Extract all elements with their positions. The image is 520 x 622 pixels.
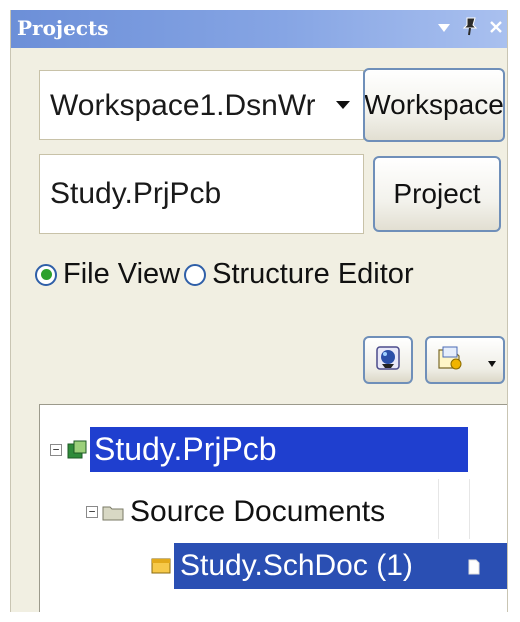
tree-item-document[interactable]: Study.SchDoc (1) bbox=[150, 543, 507, 589]
schematic-doc-icon bbox=[150, 557, 172, 575]
project-field[interactable]: Study.PrjPcb bbox=[39, 154, 364, 234]
view-mode-radio-group: File View Structure Editor bbox=[35, 258, 418, 291]
title-bar-controls bbox=[437, 16, 503, 40]
structure-editor-label[interactable]: Structure Editor bbox=[212, 258, 413, 291]
file-view-label[interactable]: File View bbox=[63, 258, 180, 291]
folder-icon bbox=[102, 503, 124, 521]
chevron-down-icon[interactable] bbox=[487, 355, 497, 373]
panel-title-bar: Projects bbox=[11, 10, 507, 48]
compile-icon bbox=[374, 344, 402, 377]
project-options-button[interactable] bbox=[425, 336, 505, 384]
panel-title: Projects bbox=[17, 16, 109, 40]
file-modified-icon bbox=[468, 549, 480, 583]
tree-item-document-label: Study.SchDoc (1) bbox=[174, 543, 507, 589]
workspace-dropdown[interactable]: Workspace1.DsnWrk bbox=[39, 70, 364, 140]
close-icon[interactable] bbox=[489, 18, 503, 38]
tree-item-project-label: Study.PrjPcb bbox=[90, 427, 468, 472]
tree-item-source-documents[interactable]: − Source Documents bbox=[86, 495, 385, 529]
chevron-down-icon[interactable] bbox=[329, 89, 357, 121]
project-button[interactable]: Project bbox=[373, 156, 501, 232]
project-tree[interactable]: − Study.PrjPcb − Source Documents Study.… bbox=[39, 404, 507, 612]
document-name: Study.SchDoc (1) bbox=[180, 549, 413, 582]
chevron-down-icon[interactable] bbox=[437, 18, 451, 38]
project-field-value: Study.PrjPcb bbox=[50, 177, 222, 210]
collapse-icon[interactable]: − bbox=[86, 506, 98, 518]
file-view-radio[interactable] bbox=[35, 263, 57, 286]
structure-editor-radio[interactable] bbox=[184, 263, 207, 286]
workspace-dropdown-value: Workspace1.DsnWrk bbox=[50, 89, 315, 122]
tree-item-project[interactable]: − Study.PrjPcb bbox=[50, 427, 468, 472]
collapse-icon[interactable]: − bbox=[50, 443, 62, 456]
project-options-icon bbox=[435, 344, 465, 377]
workspace-button[interactable]: Workspace bbox=[363, 68, 505, 142]
compile-button[interactable] bbox=[363, 336, 413, 384]
project-file-icon bbox=[66, 439, 88, 461]
tree-item-source-documents-label: Source Documents bbox=[130, 495, 386, 528]
projects-panel: Projects Workspace1.DsnWrk Workspace Stu… bbox=[10, 10, 508, 612]
tree-column-lines bbox=[438, 479, 503, 539]
pin-icon[interactable] bbox=[461, 16, 479, 40]
